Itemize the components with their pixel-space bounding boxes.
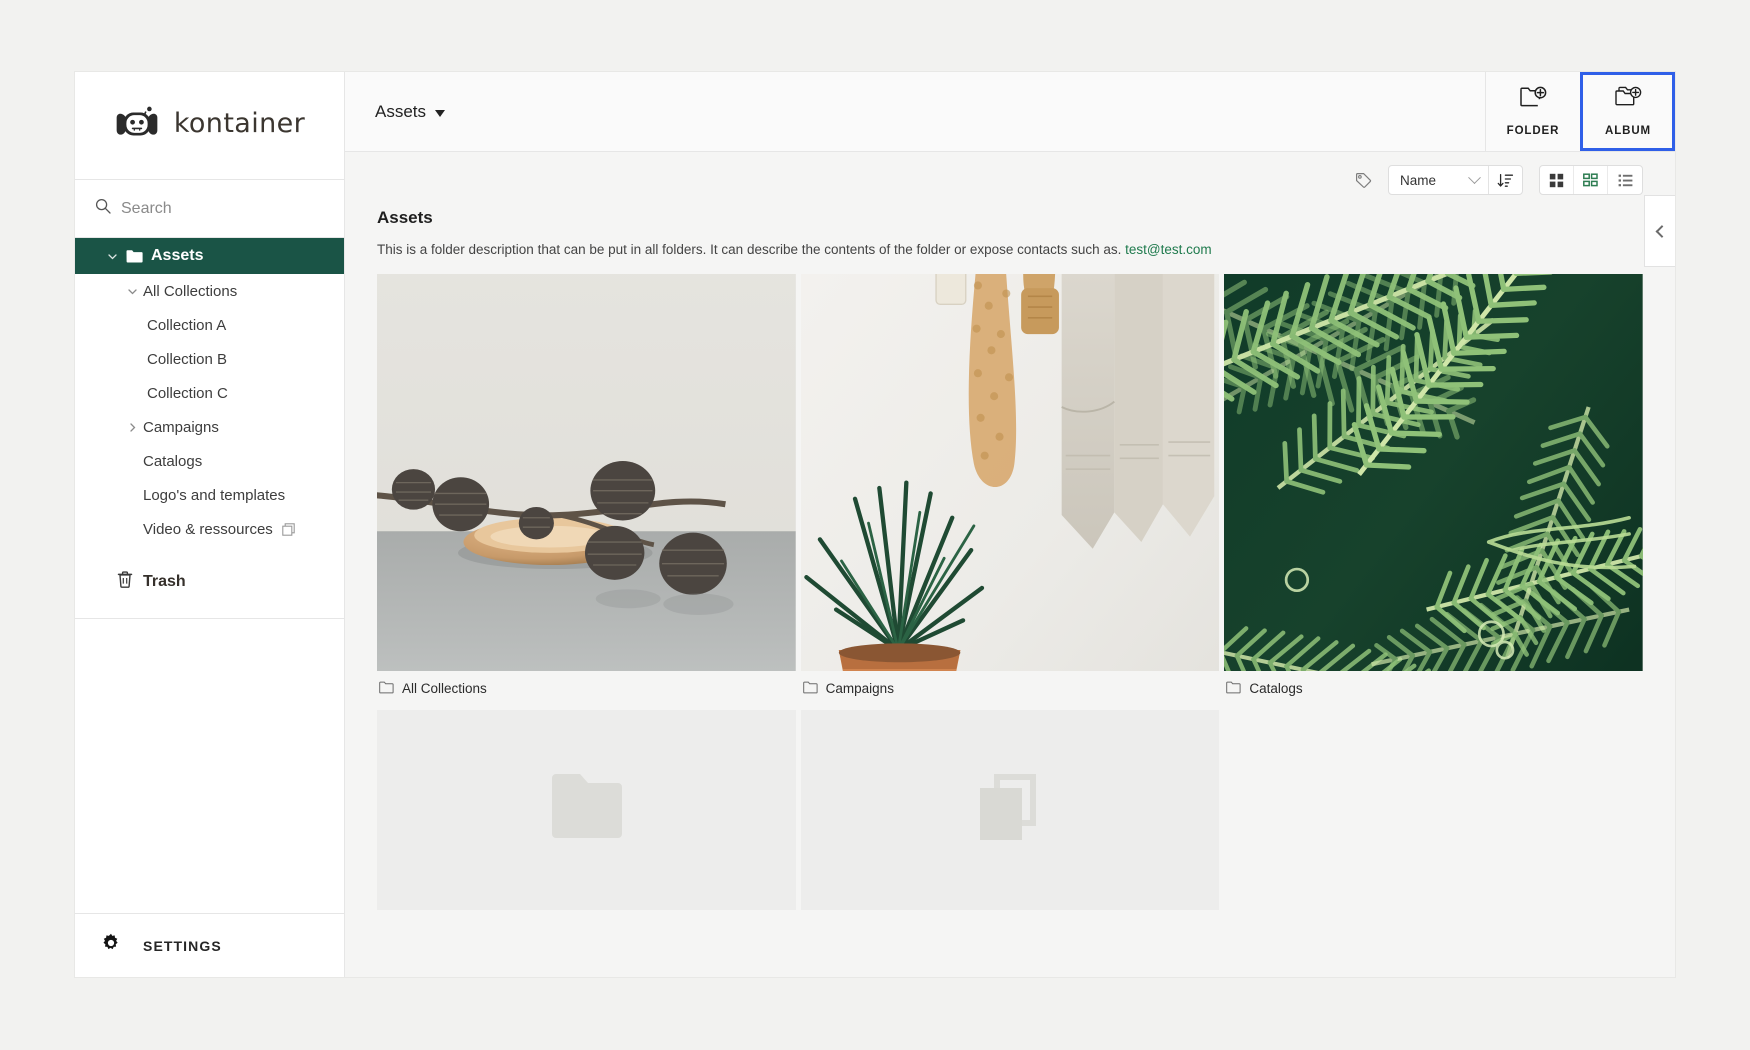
thumbnail-catalogs[interactable] [1224,273,1643,671]
album-plus-icon [1614,86,1642,115]
trash-icon [117,571,133,593]
folder-outline-icon [802,681,818,697]
content-area: Assets This is a folder description that… [345,208,1675,977]
folder-plus-icon [1519,86,1547,115]
view-list-button[interactable] [1608,166,1642,194]
sidebar-item-logos-and-templates[interactable]: Logo's and templates [75,478,344,512]
grid-item-label-row: Campaigns [801,671,1220,707]
chevron-right-icon[interactable] [121,422,143,433]
grid-item-label: Catalogs [1249,681,1303,697]
asset-grid: All Collections Campaigns Catalogs [377,273,1643,910]
sidebar-item-collection-c[interactable]: Collection C [75,376,344,410]
sort-controls: Name [1387,165,1523,195]
sidebar-item-assets[interactable]: Assets [75,238,344,274]
brand-logo[interactable]: kontainer [75,72,344,180]
sort-field-value: Name [1399,172,1436,188]
folder-description-text: This is a folder description that can be… [377,242,1126,257]
sidebar-trash-label: Trash [143,573,186,590]
sidebar-item-collection-a[interactable]: Collection A [75,308,344,342]
placeholder-album-tile[interactable] [800,709,1220,910]
robot-mascot-icon [114,104,160,144]
content-toolbar: Name [345,152,1675,208]
sidebar-item-all-collections[interactable]: All Collections [75,274,344,308]
search-input[interactable] [121,199,301,218]
breadcrumb-label: Assets [375,101,427,121]
sidebar-nav: Assets All Collections Collection A Coll… [75,238,344,619]
breadcrumb[interactable]: Assets [345,72,1485,151]
settings-label: SETTINGS [143,937,222,954]
create-album-button[interactable]: ALBUM [1580,72,1675,151]
sidebar-item-campaigns[interactable]: Campaigns [75,410,344,444]
main-area: Assets FOLDER ALBUM Name Assets This is … [345,72,1675,977]
stacked-pages-placeholder-icon [974,772,1046,847]
copy-stack-icon [282,522,295,536]
sidebar-item-collection-b[interactable]: Collection B [75,342,344,376]
sidebar-item-label: All Collections [143,282,238,300]
chevron-down-icon[interactable] [121,286,143,297]
chevron-down-icon [1468,170,1481,184]
grid-item: Campaigns [800,273,1220,707]
folder-outline-icon [1226,681,1241,697]
settings-button[interactable]: SETTINGS [75,913,344,977]
top-bar: Assets FOLDER ALBUM [345,72,1675,152]
grid-item-label: Campaigns [825,681,894,697]
grid-item: All Collections [377,273,796,707]
grid-item-label: All Collections [402,681,487,697]
caret-down-icon[interactable] [435,109,446,117]
sidebar-item-trash[interactable]: Trash [75,560,344,604]
sort-direction-button[interactable] [1488,166,1522,194]
sidebar-item-label: Assets [151,247,204,264]
search-icon [95,198,111,219]
sidebar-item-label: Video & ressources [143,520,273,538]
sidebar-item-catalogs[interactable]: Catalogs [75,444,344,478]
sidebar-item-video-and-ressources[interactable]: Video & ressources [75,512,344,546]
sidebar-item-label: Collection B [147,350,228,368]
folder-outline-icon [379,681,394,697]
contact-email-link[interactable]: test@test.com [1125,242,1211,257]
sidebar-item-label: Collection C [147,384,228,402]
view-mode-toggle [1539,165,1643,195]
sidebar-item-label: Logo's and templates [143,486,286,504]
grid-item: Catalogs [1224,273,1643,707]
chevron-down-icon[interactable] [101,251,123,262]
application-window: kontainer Assets [75,72,1675,977]
grid-item-empty [1224,707,1643,910]
gear-icon [101,933,121,958]
sidebar-item-label: Catalogs [143,452,203,470]
folder-description: This is a folder description that can be… [377,241,1643,259]
grid-item-placeholder [800,707,1220,910]
create-folder-button[interactable]: FOLDER [1485,72,1580,151]
panel-collapse-handle[interactable] [1644,195,1675,267]
page-title: Assets [377,208,433,227]
sort-field-select[interactable]: Name [1389,166,1488,194]
create-album-label: ALBUM [1604,125,1652,137]
tag-icon[interactable] [1355,172,1372,189]
grid-item-label-row: All Collections [377,671,796,707]
brand-name: kontainer [173,108,306,139]
search-bar[interactable] [75,180,344,238]
sidebar: kontainer Assets [75,72,345,977]
folder-filled-icon [123,249,145,263]
folder-placeholder-icon [550,772,623,847]
grid-item-label-row: Catalogs [1224,671,1643,707]
sidebar-item-label: Collection A [147,316,227,334]
placeholder-folder-tile[interactable] [377,709,796,910]
grid-item-placeholder [377,707,796,910]
create-folder-label: FOLDER [1506,125,1560,137]
thumbnail-all-collections[interactable] [377,273,796,671]
thumbnail-campaigns[interactable] [800,273,1220,671]
view-grid-large-button[interactable] [1540,166,1574,194]
view-grid-detail-button[interactable] [1574,166,1608,194]
chevron-left-icon [1655,224,1669,238]
sidebar-item-label: Campaigns [143,418,219,436]
